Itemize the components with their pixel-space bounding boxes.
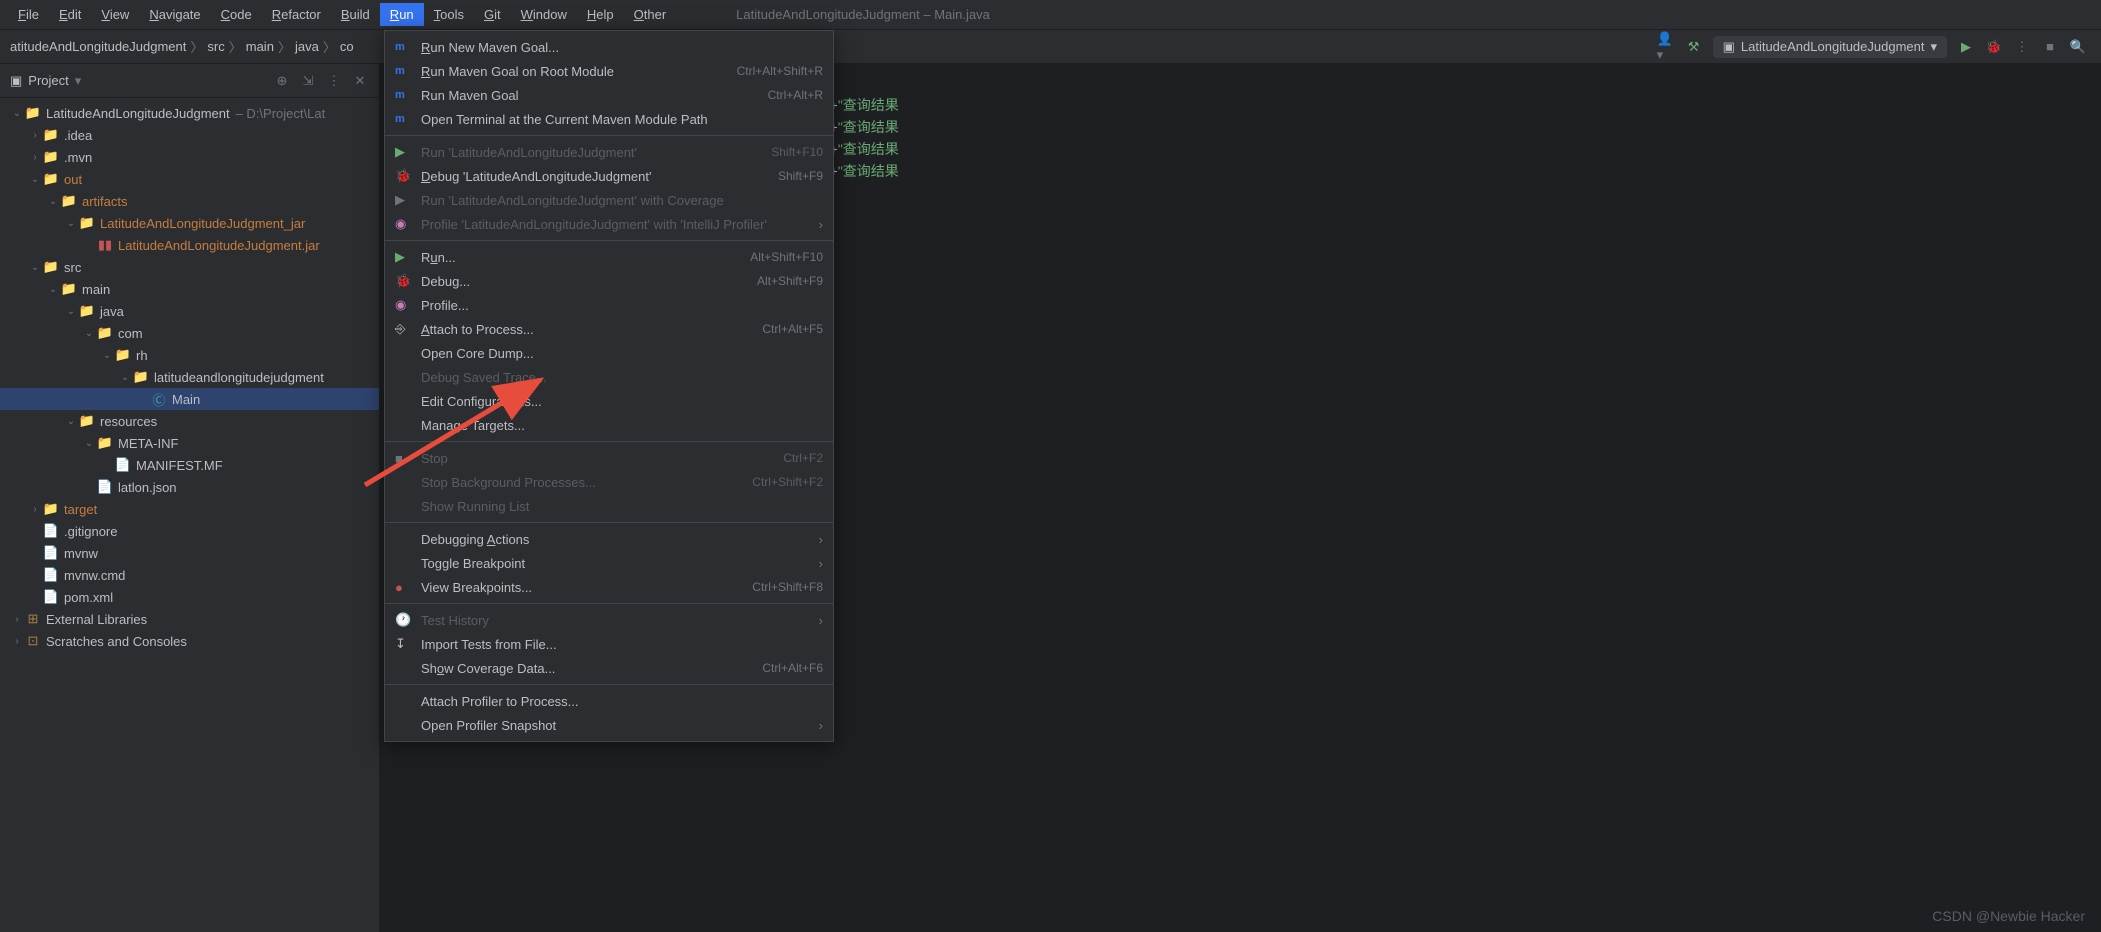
tree-node[interactable]: ›⊞External Libraries <box>0 608 379 630</box>
tree-node[interactable]: ⌄📁java <box>0 300 379 322</box>
breadcrumb-item[interactable]: atitudeAndLongitudeJudgment <box>10 39 186 54</box>
menu-edit[interactable]: Edit <box>49 3 91 26</box>
run-icon[interactable]: ▶ <box>1957 38 1975 56</box>
tree-node[interactable]: 📄latlon.json <box>0 476 379 498</box>
locate-icon[interactable]: ⊕ <box>273 72 291 90</box>
menu-item: ▶Run 'LatitudeAndLongitudeJudgment'Shift… <box>385 140 833 164</box>
menu-item[interactable]: Edit Configurations... <box>385 389 833 413</box>
tree-node[interactable]: 📄.gitignore <box>0 520 379 542</box>
chevron-down-icon: ▾ <box>1930 39 1937 55</box>
watermark: CSDN @Newbie Hacker <box>1932 908 2085 924</box>
menu-item[interactable]: Debugging Actions› <box>385 527 833 551</box>
more-run-icon[interactable]: ⋮ <box>2013 38 2031 56</box>
tree-node[interactable]: ▮▮LatitudeAndLongitudeJudgment.jar <box>0 234 379 256</box>
menu-item[interactable]: mRun New Maven Goal... <box>385 35 833 59</box>
menu-item[interactable]: Open Core Dump... <box>385 341 833 365</box>
menu-item[interactable]: Open Profiler Snapshot› <box>385 713 833 737</box>
menu-item[interactable]: ●View Breakpoints...Ctrl+Shift+F8 <box>385 575 833 599</box>
menu-other[interactable]: Other <box>624 3 677 26</box>
tree-node[interactable]: ⌄📁com <box>0 322 379 344</box>
tree-node[interactable]: ⌄📁LatitudeAndLongitudeJudgment– D:\Proje… <box>0 102 379 124</box>
search-icon[interactable]: 🔍 <box>2069 38 2087 56</box>
collapse-icon[interactable]: ⋮ <box>325 72 343 90</box>
hammer-icon[interactable]: ⚒ <box>1685 38 1703 56</box>
run-menu-dropdown: mRun New Maven Goal...mRun Maven Goal on… <box>384 30 834 742</box>
run-config-select[interactable]: ▣ LatitudeAndLongitudeJudgment ▾ <box>1713 36 1947 58</box>
menu-code[interactable]: Code <box>211 3 262 26</box>
debug-icon[interactable]: 🐞 <box>1985 38 2003 56</box>
breadcrumb-item[interactable]: co <box>340 39 354 54</box>
menu-tools[interactable]: Tools <box>424 3 474 26</box>
tree-node[interactable]: ⌄📁artifacts <box>0 190 379 212</box>
tree-node[interactable]: ⌄📁META-INF <box>0 432 379 454</box>
menu-window[interactable]: Window <box>511 3 577 26</box>
tree-node[interactable]: ⌄📁main <box>0 278 379 300</box>
tree-node[interactable]: ⌄📁LatitudeAndLongitudeJudgment_jar <box>0 212 379 234</box>
menu-git[interactable]: Git <box>474 3 511 26</box>
tree-node[interactable]: 📄mvnw.cmd <box>0 564 379 586</box>
menu-build[interactable]: Build <box>331 3 380 26</box>
tree-node[interactable]: ⌄📁out <box>0 168 379 190</box>
menu-run[interactable]: Run <box>380 3 424 26</box>
breadcrumb-item[interactable]: main <box>246 39 274 54</box>
menu-item: ■StopCtrl+F2 <box>385 446 833 470</box>
menu-item[interactable]: mRun Maven Goal on Root ModuleCtrl+Alt+S… <box>385 59 833 83</box>
breadcrumb-item[interactable]: src <box>207 39 224 54</box>
menu-item[interactable]: 🐞Debug...Alt+Shift+F9 <box>385 269 833 293</box>
tree-node[interactable]: ›📁.idea <box>0 124 379 146</box>
tree-node[interactable]: ›⊡Scratches and Consoles <box>0 630 379 652</box>
tree-node[interactable]: ⒸMain <box>0 388 379 410</box>
chevron-down-icon[interactable]: ▾ <box>75 73 82 89</box>
stop-icon[interactable]: ■ <box>2041 38 2059 56</box>
run-config-label: LatitudeAndLongitudeJudgment <box>1741 39 1925 54</box>
breadcrumb-item[interactable]: java <box>295 39 319 54</box>
tree-node[interactable]: ⌄📁rh <box>0 344 379 366</box>
tree-node[interactable]: ›📁target <box>0 498 379 520</box>
menu-view[interactable]: View <box>91 3 139 26</box>
breadcrumb[interactable]: atitudeAndLongitudeJudgment〉 src〉 main〉 … <box>0 37 354 56</box>
menu-item: Debug Saved Trace... <box>385 365 833 389</box>
menu-item[interactable]: Toggle Breakpoint› <box>385 551 833 575</box>
menu-refactor[interactable]: Refactor <box>262 3 331 26</box>
menu-item[interactable]: ◉Profile... <box>385 293 833 317</box>
menu-item: ▶Run 'LatitudeAndLongitudeJudgment' with… <box>385 188 833 212</box>
tree-node[interactable]: ⌄📁resources <box>0 410 379 432</box>
toolbar: atitudeAndLongitudeJudgment〉 src〉 main〉 … <box>0 30 2101 64</box>
menu-item: Show Running List <box>385 494 833 518</box>
menu-item[interactable]: Show Coverage Data...Ctrl+Alt+F6 <box>385 656 833 680</box>
menu-item[interactable]: Manage Targets... <box>385 413 833 437</box>
menubar: FileEditViewNavigateCodeRefactorBuildRun… <box>0 0 2101 30</box>
menu-item: Stop Background Processes...Ctrl+Shift+F… <box>385 470 833 494</box>
settings-icon[interactable]: ✕ <box>351 72 369 90</box>
tree-node[interactable]: 📄pom.xml <box>0 586 379 608</box>
menu-item[interactable]: ▶Run...Alt+Shift+F10 <box>385 245 833 269</box>
tree-node[interactable]: 📄MANIFEST.MF <box>0 454 379 476</box>
menu-file[interactable]: File <box>8 3 49 26</box>
menu-item[interactable]: Attach Profiler to Process... <box>385 689 833 713</box>
menu-item[interactable]: ⎆Attach to Process...Ctrl+Alt+F5 <box>385 317 833 341</box>
tree-node[interactable]: ›📁.mvn <box>0 146 379 168</box>
menu-help[interactable]: Help <box>577 3 624 26</box>
window-title: LatitudeAndLongitudeJudgment – Main.java <box>736 7 990 22</box>
user-icon[interactable]: 👤▾ <box>1657 38 1675 56</box>
application-icon: ▣ <box>1723 39 1735 55</box>
folder-icon: ▣ <box>10 73 22 89</box>
menu-item: ◉Profile 'LatitudeAndLongitudeJudgment' … <box>385 212 833 236</box>
menu-item: 🕐Test History› <box>385 608 833 632</box>
project-panel-title: Project <box>28 73 68 88</box>
menu-item[interactable]: mRun Maven GoalCtrl+Alt+R <box>385 83 833 107</box>
menu-item[interactable]: 🐞Debug 'LatitudeAndLongitudeJudgment'Shi… <box>385 164 833 188</box>
tree-node[interactable]: ⌄📁src <box>0 256 379 278</box>
menu-item[interactable]: mOpen Terminal at the Current Maven Modu… <box>385 107 833 131</box>
project-panel-header: ▣ Project ▾ ⊕ ⇲ ⋮ ✕ <box>0 64 379 98</box>
menu-navigate[interactable]: Navigate <box>139 3 210 26</box>
project-tree[interactable]: ⌄📁LatitudeAndLongitudeJudgment– D:\Proje… <box>0 98 379 932</box>
project-panel: ▣ Project ▾ ⊕ ⇲ ⋮ ✕ ⌄📁LatitudeAndLongitu… <box>0 64 380 932</box>
menu-item[interactable]: ↧Import Tests from File... <box>385 632 833 656</box>
tree-node[interactable]: ⌄📁latitudeandlongitudejudgment <box>0 366 379 388</box>
tree-node[interactable]: 📄mvnw <box>0 542 379 564</box>
expand-icon[interactable]: ⇲ <box>299 72 317 90</box>
